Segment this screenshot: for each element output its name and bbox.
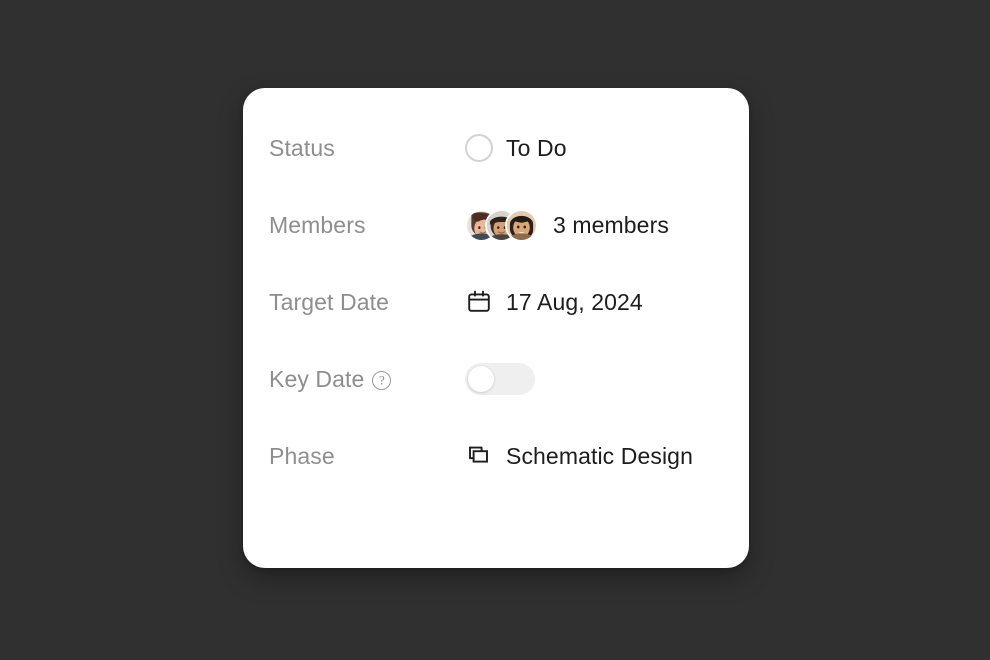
detail-card: Status To Do Members 3 members Target Da… bbox=[243, 88, 749, 568]
question-mark-glyph: ? bbox=[379, 372, 385, 387]
property-label-phase: Phase bbox=[269, 442, 335, 469]
calendar-icon bbox=[465, 288, 493, 316]
property-row-phase: Phase Schematic Design bbox=[269, 432, 749, 480]
value-cell-phase[interactable]: Schematic Design bbox=[465, 442, 749, 470]
property-row-key-date: Key Date ? bbox=[269, 355, 749, 403]
property-label-members: Members bbox=[269, 211, 366, 238]
key-date-toggle[interactable] bbox=[465, 363, 535, 395]
question-mark-icon[interactable]: ? bbox=[372, 370, 392, 390]
property-value-members: 3 members bbox=[553, 211, 669, 238]
value-cell-key-date[interactable] bbox=[465, 363, 749, 395]
label-cell-status: Status bbox=[269, 135, 465, 162]
property-label-status: Status bbox=[269, 134, 335, 161]
value-cell-target-date[interactable]: 17 Aug, 2024 bbox=[465, 288, 749, 316]
avatar[interactable] bbox=[505, 208, 538, 242]
property-value-target-date: 17 Aug, 2024 bbox=[506, 288, 643, 315]
label-cell-key-date: Key Date ? bbox=[269, 366, 465, 393]
property-value-status: To Do bbox=[506, 134, 567, 161]
layers-icon bbox=[465, 442, 493, 470]
property-value-phase: Schematic Design bbox=[506, 442, 693, 469]
property-list: Status To Do Members 3 members Target Da… bbox=[269, 124, 749, 509]
property-label-target-date: Target Date bbox=[269, 288, 389, 315]
status-circle-icon bbox=[465, 134, 493, 162]
property-row-status: Status To Do bbox=[269, 124, 749, 172]
property-row-target-date: Target Date 17 Aug, 2024 bbox=[269, 278, 749, 326]
label-cell-members: Members bbox=[269, 212, 465, 239]
property-label-key-date: Key Date bbox=[269, 365, 365, 392]
label-cell-target-date: Target Date bbox=[269, 289, 465, 316]
value-cell-members[interactable]: 3 members bbox=[465, 208, 749, 242]
avatar-group-icon[interactable] bbox=[465, 208, 540, 242]
value-cell-status[interactable]: To Do bbox=[465, 134, 749, 162]
property-row-members: Members 3 members bbox=[269, 201, 749, 249]
toggle-knob bbox=[468, 366, 494, 392]
label-cell-phase: Phase bbox=[269, 443, 465, 470]
